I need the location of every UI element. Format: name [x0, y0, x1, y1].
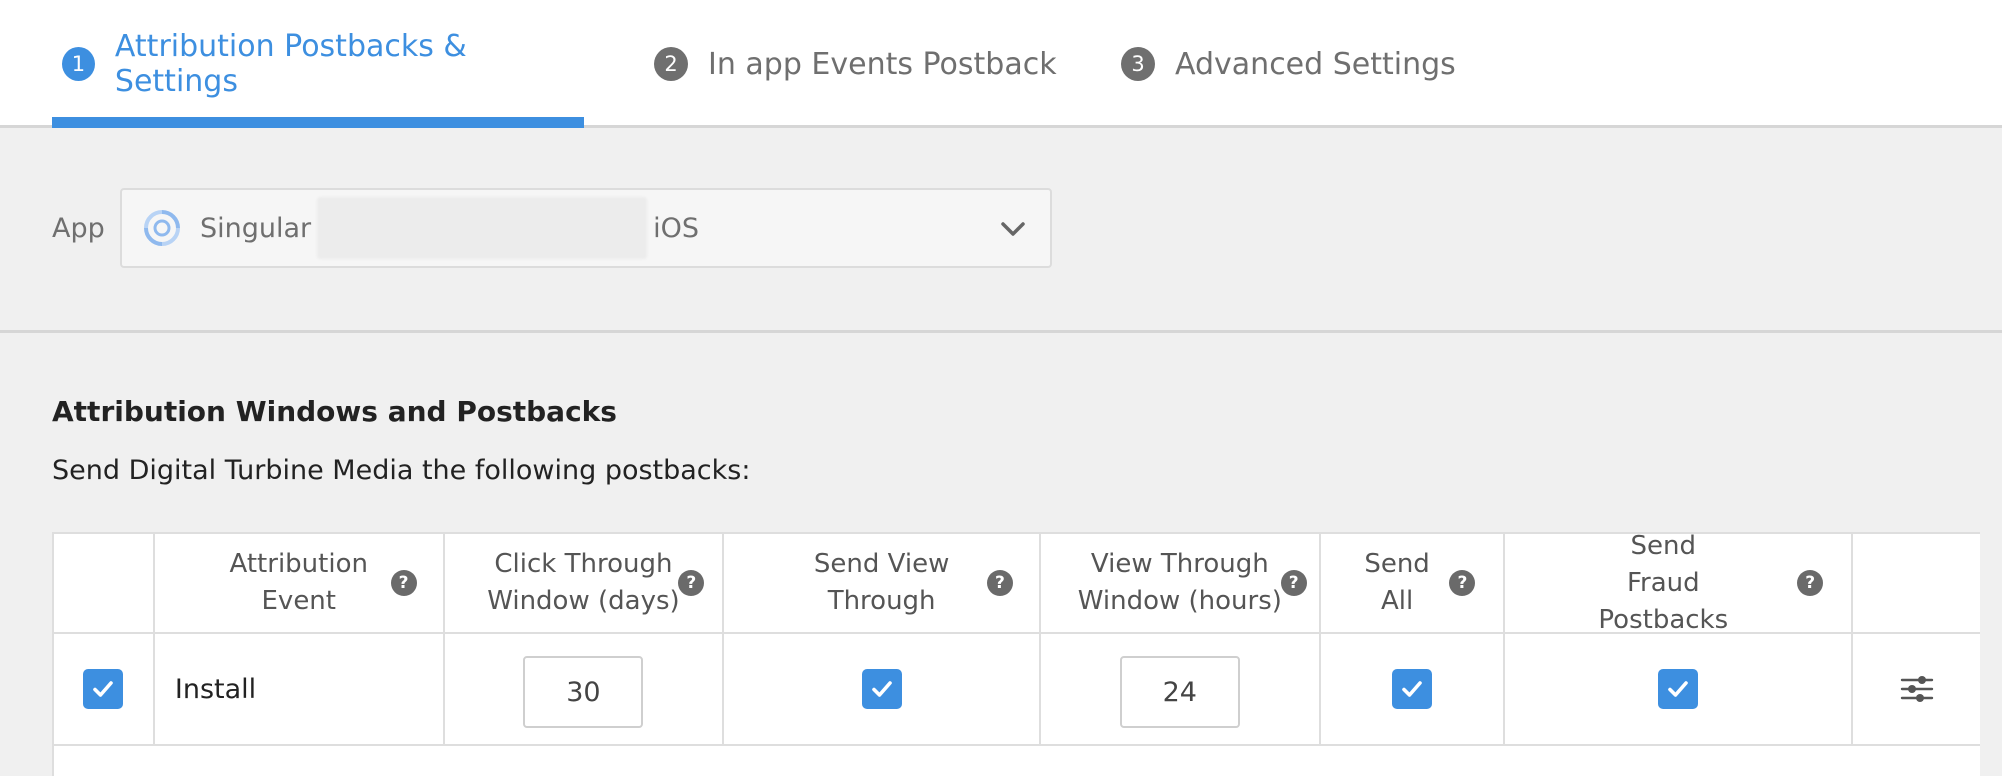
help-icon[interactable]: ? [678, 570, 705, 596]
tab-attribution-postbacks[interactable]: 1 Attribution Postbacks & Settings [52, 0, 584, 128]
header-label: View Through Window (hours) [1077, 549, 1282, 616]
tab-advanced-settings[interactable]: 3 Advanced Settings [1121, 0, 1456, 128]
checkmark-icon [1668, 681, 1689, 697]
header-select-column [54, 534, 155, 632]
send-fraud-postbacks-cell [1505, 634, 1854, 744]
checkmark-icon [93, 681, 114, 697]
attribution-event-name: Install [174, 673, 257, 705]
redacted-app-name [317, 197, 648, 259]
send-view-through-checkbox[interactable] [861, 669, 902, 709]
app-dropdown[interactable]: Singular iOS [120, 188, 1052, 268]
app-label: App [52, 213, 105, 244]
table-header-row: Attribution Event ? Click Through Window… [54, 531, 1980, 635]
attribution-event-cell: Install [155, 634, 445, 744]
help-icon[interactable]: ? [1449, 570, 1476, 596]
help-icon[interactable]: ? [390, 570, 417, 596]
send-view-through-cell [724, 634, 1041, 744]
section-description: Send Digital Turbine Media the following… [52, 455, 751, 486]
click-through-days-input[interactable] [523, 656, 644, 728]
header-label: Send View Through [813, 549, 950, 616]
send-all-checkbox[interactable] [1392, 669, 1433, 709]
header-view-through-window: View Through Window (hours) ? [1041, 534, 1321, 632]
tab-number-1: 1 [62, 47, 95, 81]
app-section: App Singular iOS [0, 128, 2002, 333]
app-name: Singular [200, 212, 312, 244]
header-send-fraud-postbacks: Send Fraud Postbacks ? [1505, 531, 1854, 635]
tab-label: In app Events Postback [708, 46, 1057, 82]
tab-label: Advanced Settings [1175, 46, 1456, 82]
sliders-settings-icon[interactable] [1900, 672, 1934, 706]
help-icon[interactable]: ? [986, 570, 1013, 596]
row-actions-cell [1853, 634, 1980, 744]
row-select-cell [54, 634, 155, 744]
view-through-hours-input[interactable] [1119, 656, 1240, 728]
header-label: Attribution Event [229, 549, 368, 616]
app-platform: iOS [653, 212, 700, 244]
header-click-through-window: Click Through Window (days) ? [445, 534, 725, 632]
header-label: Click Through Window (days) [487, 549, 680, 616]
help-icon[interactable]: ? [1797, 570, 1824, 596]
postbacks-table: Attribution Event ? Click Through Window… [52, 531, 1980, 776]
table-row: Install [54, 634, 1980, 746]
tab-number-2: 2 [654, 47, 688, 81]
view-through-window-cell [1041, 634, 1321, 744]
checkmark-icon [1402, 681, 1422, 697]
checkmark-icon [871, 681, 892, 697]
tab-bar: 1 Attribution Postbacks & Settings 2 In … [0, 0, 2002, 128]
tab-label: Attribution Postbacks & Settings [114, 29, 467, 99]
singular-logo-icon [144, 210, 180, 246]
header-send-all: Send All ? [1321, 534, 1506, 632]
send-all-cell [1321, 634, 1506, 744]
header-label: Send Fraud Postbacks [1598, 530, 1729, 635]
header-label: Send All [1364, 549, 1430, 616]
tab-in-app-events[interactable]: 2 In app Events Postback [654, 0, 1057, 128]
chevron-down-icon [1001, 222, 1025, 236]
section-title: Attribution Windows and Postbacks [52, 395, 617, 428]
click-through-window-cell [445, 634, 725, 744]
row-select-checkbox[interactable] [83, 669, 124, 709]
header-actions [1853, 534, 1980, 632]
help-icon[interactable]: ? [1280, 570, 1307, 596]
tab-number-3: 3 [1121, 47, 1155, 81]
header-send-view-through: Send View Through ? [724, 534, 1041, 632]
header-attribution-event: Attribution Event ? [155, 534, 445, 632]
send-fraud-postbacks-checkbox[interactable] [1658, 669, 1699, 709]
